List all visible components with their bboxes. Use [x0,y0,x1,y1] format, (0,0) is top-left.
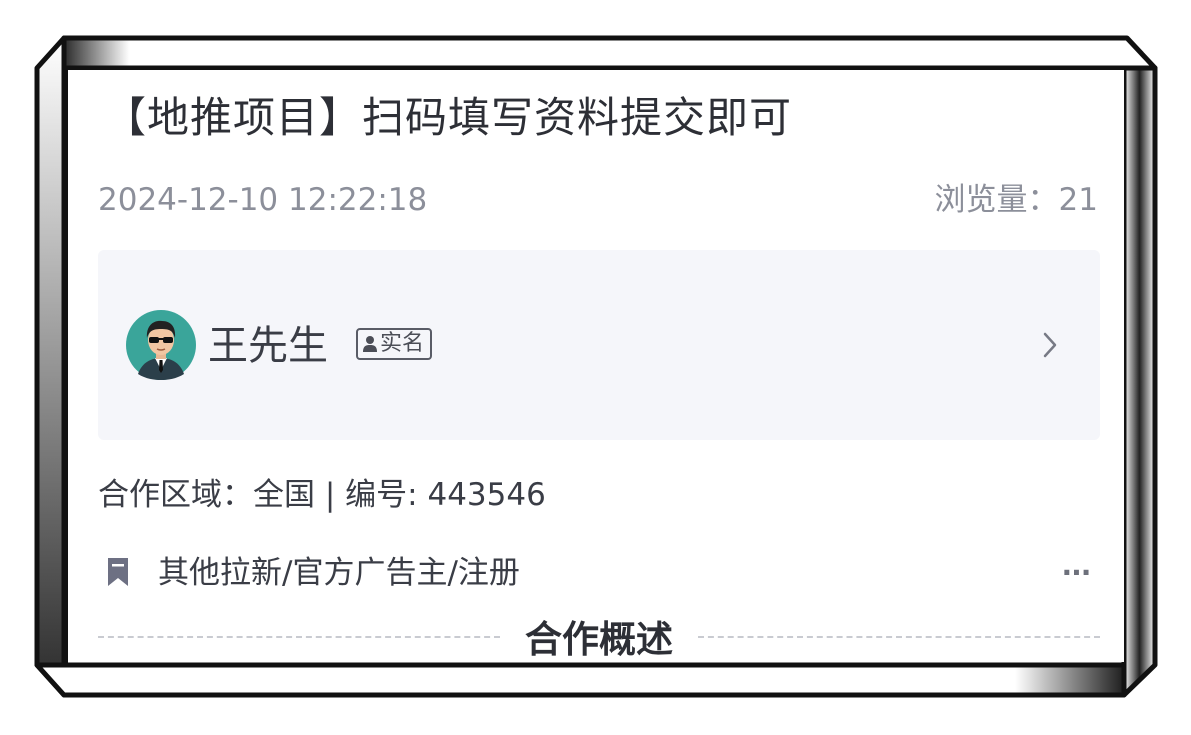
separator: | [315,477,346,513]
view-count-value: 21 [1058,182,1098,218]
more-options-button[interactable]: ··· [1058,552,1094,594]
bookmark-icon [108,558,128,586]
section-header: 合作概述 [98,618,1100,662]
post-detail-panel: 【地推项目】扫码填写资料提交即可 2024-12-10 12:22:18 浏览量… [68,70,1124,662]
view-count-label: 浏览量： [934,182,1059,218]
publisher-card[interactable]: 王先生 实名 [98,250,1100,440]
number-value: 443546 [427,477,546,513]
region-label: 合作区域： [98,477,253,513]
number-label: 编号: [345,477,428,513]
section-title: 合作概述 [525,618,673,661]
post-date: 2024-12-10 12:22:18 [98,182,428,218]
verified-badge: 实名 [356,328,433,360]
view-count: 浏览量：21 [935,180,1098,220]
post-title: 【地推项目】扫码填写资料提交即可 [104,93,793,142]
category-text: 其他拉新/官方广告主/注册 [158,555,520,591]
verified-label: 实名 [380,331,425,356]
chevron-right-icon[interactable] [1040,330,1060,360]
region-and-id: 合作区域：全国 | 编号: 443546 [98,474,546,516]
publisher-name: 王先生 [208,323,328,369]
region-value: 全国 [253,477,315,513]
person-icon [363,336,377,352]
man-with-sunglasses-avatar-icon [126,310,196,380]
category-row: 其他拉新/官方广告主/注册 ··· [104,552,1094,594]
